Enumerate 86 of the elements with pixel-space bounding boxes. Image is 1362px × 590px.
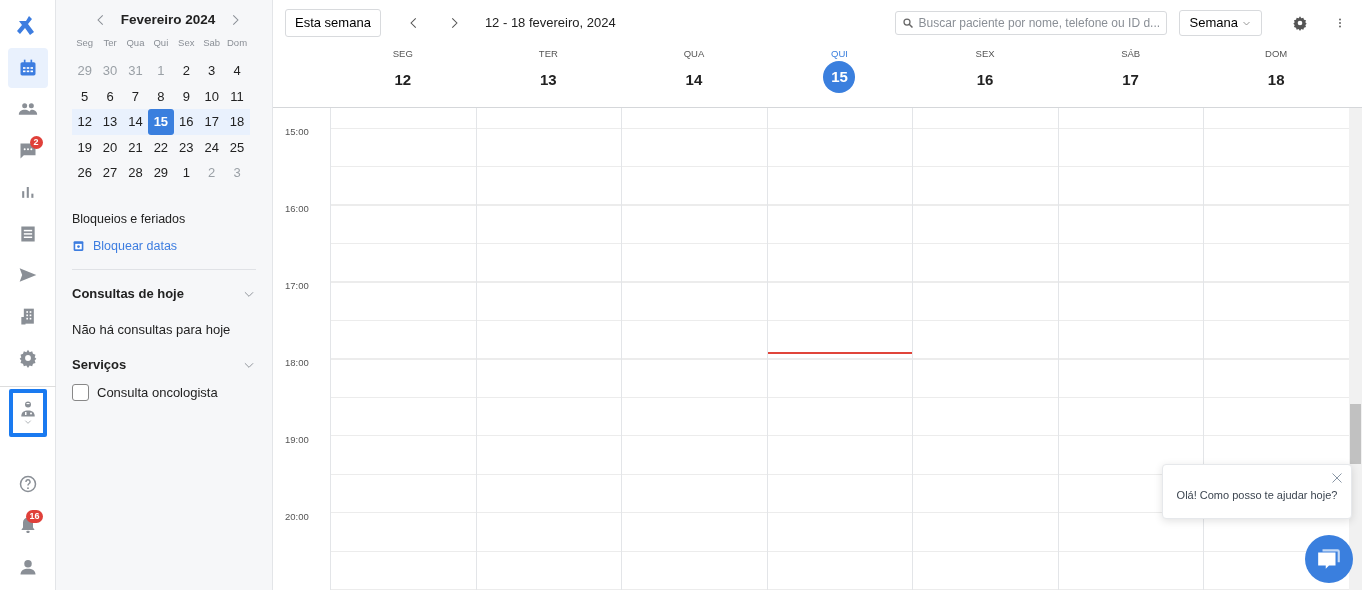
time-label: 20:00 <box>284 510 309 524</box>
calendar-icon <box>72 239 85 253</box>
day-number[interactable]: 15 <box>823 61 856 94</box>
weekday-label: Qua <box>125 36 146 51</box>
calendar-day[interactable]: 20 <box>97 134 123 161</box>
weekday-label: Sab <box>202 36 222 51</box>
help-icon <box>17 473 38 494</box>
calendar-day[interactable]: 19 <box>72 134 98 161</box>
calendar-day[interactable]: 8 <box>148 83 174 110</box>
current-week-button[interactable]: Esta semana <box>285 9 381 37</box>
calendar-day[interactable]: 1 <box>173 160 199 186</box>
time-label: 16:00 <box>284 202 309 216</box>
time-label: 15:00 <box>284 125 309 139</box>
calendar-day[interactable]: 22 <box>148 134 174 161</box>
weekday-label: SEX <box>975 47 995 61</box>
calendar-day[interactable]: 25 <box>224 134 250 161</box>
nav-button[interactable] <box>7 47 48 88</box>
day-number[interactable]: 14 <box>677 64 710 97</box>
calendar-day[interactable]: 21 <box>122 134 149 161</box>
section-title: Serviços <box>72 356 127 375</box>
calendar-day[interactable]: 15 <box>148 109 174 135</box>
day-number[interactable]: 16 <box>969 64 1002 97</box>
empty-message: Não há consultas para hoje <box>72 320 232 339</box>
scrollbar[interactable] <box>1349 108 1362 590</box>
view-dropdown[interactable]: Semana <box>1178 10 1262 36</box>
scrollbar-thumb[interactable] <box>1350 404 1361 464</box>
count-badge: 2 <box>29 135 43 149</box>
weekday-label: Sex <box>177 36 196 51</box>
weekday-label: DOM <box>1265 47 1288 61</box>
calendar-day[interactable]: 26 <box>72 160 98 186</box>
weekday-label: SÁB <box>1121 47 1141 61</box>
search-field[interactable]: Buscar paciente por nome, telefone ou ID d... <box>894 11 1167 35</box>
checkbox-label: Consulta oncologista <box>97 383 218 402</box>
calendar-day[interactable]: 24 <box>198 134 225 161</box>
month-title: Fevereiro 2024 <box>120 11 216 29</box>
block-dates-link[interactable]: Bloquear datas <box>72 236 256 256</box>
weekday-label: QUA <box>683 47 705 61</box>
weekday-label: SEG <box>392 47 413 61</box>
nav-button[interactable]: 16 <box>7 505 48 545</box>
calendar-day[interactable]: 4 <box>224 58 250 84</box>
day-number[interactable]: 13 <box>532 64 565 97</box>
time-label: 17:00 <box>284 279 309 293</box>
time-label: 18:00 <box>284 356 309 370</box>
chat-message: Olá! Como posso te ajudar hoje? <box>1176 487 1338 503</box>
calendar-day[interactable]: 27 <box>97 160 123 186</box>
checkbox[interactable] <box>72 384 89 401</box>
day-number[interactable]: 18 <box>1260 64 1293 97</box>
chat-button[interactable] <box>1305 535 1353 583</box>
date-range: 12 - 18 fevereiro, 2024 <box>484 14 616 33</box>
calendar-day[interactable]: 6 <box>97 83 123 110</box>
calendar-day[interactable]: 5 <box>72 83 98 110</box>
count-badge: 16 <box>26 510 43 523</box>
day-number[interactable]: 12 <box>386 64 419 97</box>
settings-icon <box>17 348 38 368</box>
weekday-label: Ter <box>102 36 118 51</box>
close-icon <box>1331 472 1343 484</box>
section-title: Consultas de hoje <box>72 285 184 304</box>
doctor-icon <box>18 399 37 418</box>
profile-selector[interactable] <box>8 388 47 437</box>
calendar-day[interactable]: 2 <box>173 58 199 84</box>
weekday-label: Qui <box>152 36 170 51</box>
weekday-label: TER <box>538 47 558 61</box>
weekday-label: QUI <box>831 47 848 61</box>
time-label: 19:00 <box>284 433 309 447</box>
calendar-day[interactable]: 16 <box>173 109 199 135</box>
calendar-day[interactable]: 11 <box>224 83 250 110</box>
calendar-day[interactable]: 10 <box>198 83 225 110</box>
calendar-day[interactable]: 17 <box>198 109 225 135</box>
nav-button[interactable]: 2 <box>7 130 48 171</box>
settings-icon <box>1292 15 1308 31</box>
weekday-label: Dom <box>226 36 249 51</box>
calendar-day[interactable]: 9 <box>173 83 199 110</box>
day-number[interactable]: 17 <box>1114 64 1147 97</box>
calendar-day[interactable]: 14 <box>122 109 149 135</box>
calendar-day[interactable]: 23 <box>173 134 199 161</box>
weekday-label: Seg <box>75 36 95 51</box>
section-title: Bloqueios e feriados <box>72 210 187 228</box>
calendar-day[interactable]: 3 <box>198 58 225 84</box>
calendar-day[interactable]: 28 <box>122 160 149 186</box>
calendar-day[interactable]: 12 <box>72 109 98 135</box>
calendar-day[interactable]: 29 <box>148 160 174 186</box>
calendar-day[interactable]: 7 <box>122 83 149 110</box>
calendar-day[interactable]: 13 <box>97 109 123 135</box>
calendar-day[interactable]: 18 <box>224 109 250 135</box>
search-icon <box>901 17 914 29</box>
caret-icon <box>23 417 32 426</box>
